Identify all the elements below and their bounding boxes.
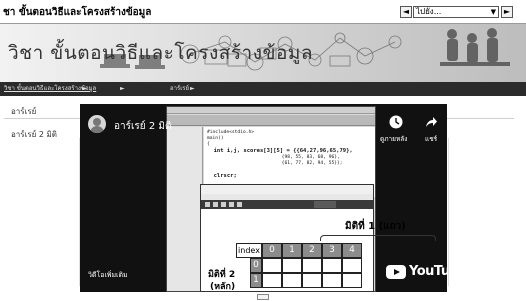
column-index: 1 [282, 243, 302, 258]
array-cell [262, 258, 282, 273]
dimension-2-sublabel: (หลัก) [210, 282, 236, 292]
array-cell [302, 273, 322, 288]
code-line: {98, 55, 83, 68, 96}, [207, 155, 340, 160]
video-player[interactable]: #include<stdio.h> main() { int i,j, scor… [80, 104, 447, 292]
jump-to-select-value: ไปยัง... [416, 7, 442, 16]
clock-icon[interactable] [389, 115, 403, 129]
course-banner: วิชา ขั้นตอนวิธีและโครงสร้างข้อมูล [0, 24, 526, 82]
ide-toolbar [167, 115, 375, 126]
channel-avatar[interactable] [88, 115, 106, 133]
docs-icon[interactable] [257, 294, 269, 300]
share-icon[interactable] [424, 115, 438, 129]
toolbar-label [314, 201, 336, 208]
chevron-down-icon: ▼ [490, 8, 496, 16]
breadcrumb-separator: ► [120, 85, 125, 92]
more-videos-label[interactable]: วิดีโอเพิ่มเติม [88, 270, 128, 281]
breadcrumb-separator: ► [82, 85, 87, 92]
side-panel [4, 138, 80, 286]
site-title: ชา ขั้นตอนวิธีและโครงสร้างข้อมูล [3, 7, 152, 18]
share-label[interactable]: แชร์ [425, 134, 437, 144]
avatar-head [93, 118, 101, 126]
breadcrumb-current: อาร์เรย์ [170, 85, 189, 92]
banner-title: วิชา ขั้นตอนวิธีและโครงสร้างข้อมูล [8, 42, 314, 64]
code-line: main() [207, 136, 224, 141]
watch-later-label[interactable]: ดูภายหลัง [380, 134, 407, 144]
avatar-body [90, 126, 104, 133]
code-line: int i,j, scores[3][5] = {{64,27,96,65,79… [207, 148, 353, 154]
array-cell [282, 258, 302, 273]
code-line: clrscr; [207, 173, 237, 179]
tool-icon [213, 202, 218, 207]
illustration-window-title [201, 185, 373, 194]
index-label: index [236, 243, 262, 258]
array-cell [322, 273, 342, 288]
top-bar: ชา ขั้นตอนวิธีและโครงสร้างข้อมูล ◄ ไปยัง… [0, 0, 526, 24]
breadcrumb-separator: ► [190, 85, 195, 92]
column-index: 0 [262, 243, 282, 258]
code-line: {61, 77, 82, 94, 55}}; [207, 161, 343, 166]
row-index: 0 [250, 258, 262, 273]
prev-activity-button[interactable]: ◄ [400, 6, 412, 18]
array-cell [342, 258, 362, 273]
array-cell [302, 258, 322, 273]
array-cell [282, 273, 302, 288]
array-cell [262, 273, 282, 288]
tool-icon [205, 202, 210, 207]
tool-icon [221, 202, 226, 207]
array-cell [342, 273, 362, 288]
tool-icon [237, 202, 242, 207]
breadcrumb: วิชา ขั้นตอนวิธีและโครงสร้างข้อมูล ► ► ►… [0, 82, 526, 96]
right-panel [448, 138, 518, 286]
column-index: 4 [342, 243, 362, 258]
next-activity-button[interactable]: ► [501, 6, 513, 18]
columns-brace [320, 235, 436, 241]
array-cell [322, 258, 342, 273]
video-title[interactable]: อาร์เรย์ 2 มิติ [114, 119, 171, 134]
youtube-play-icon [386, 265, 406, 279]
ide-menubar [167, 107, 375, 114]
page-heading: อาร์เรย์ [11, 107, 37, 116]
row-index: 1 [250, 273, 262, 288]
ide-project-panel [167, 127, 203, 291]
code-line: #include<stdio.h> [207, 130, 255, 135]
column-index: 2 [302, 243, 322, 258]
column-index: 3 [322, 243, 342, 258]
dimension-1-label: มิติที่ 1 (แถว) [345, 221, 406, 232]
jump-to-select[interactable]: ไปยัง... ▼ [413, 6, 499, 18]
code-line: { [207, 142, 210, 147]
tool-icon [229, 202, 234, 207]
youtube-wordmark: YouTube [409, 264, 447, 279]
illustration-toolbar [201, 200, 373, 209]
youtube-logo[interactable]: YouTube [386, 264, 447, 280]
